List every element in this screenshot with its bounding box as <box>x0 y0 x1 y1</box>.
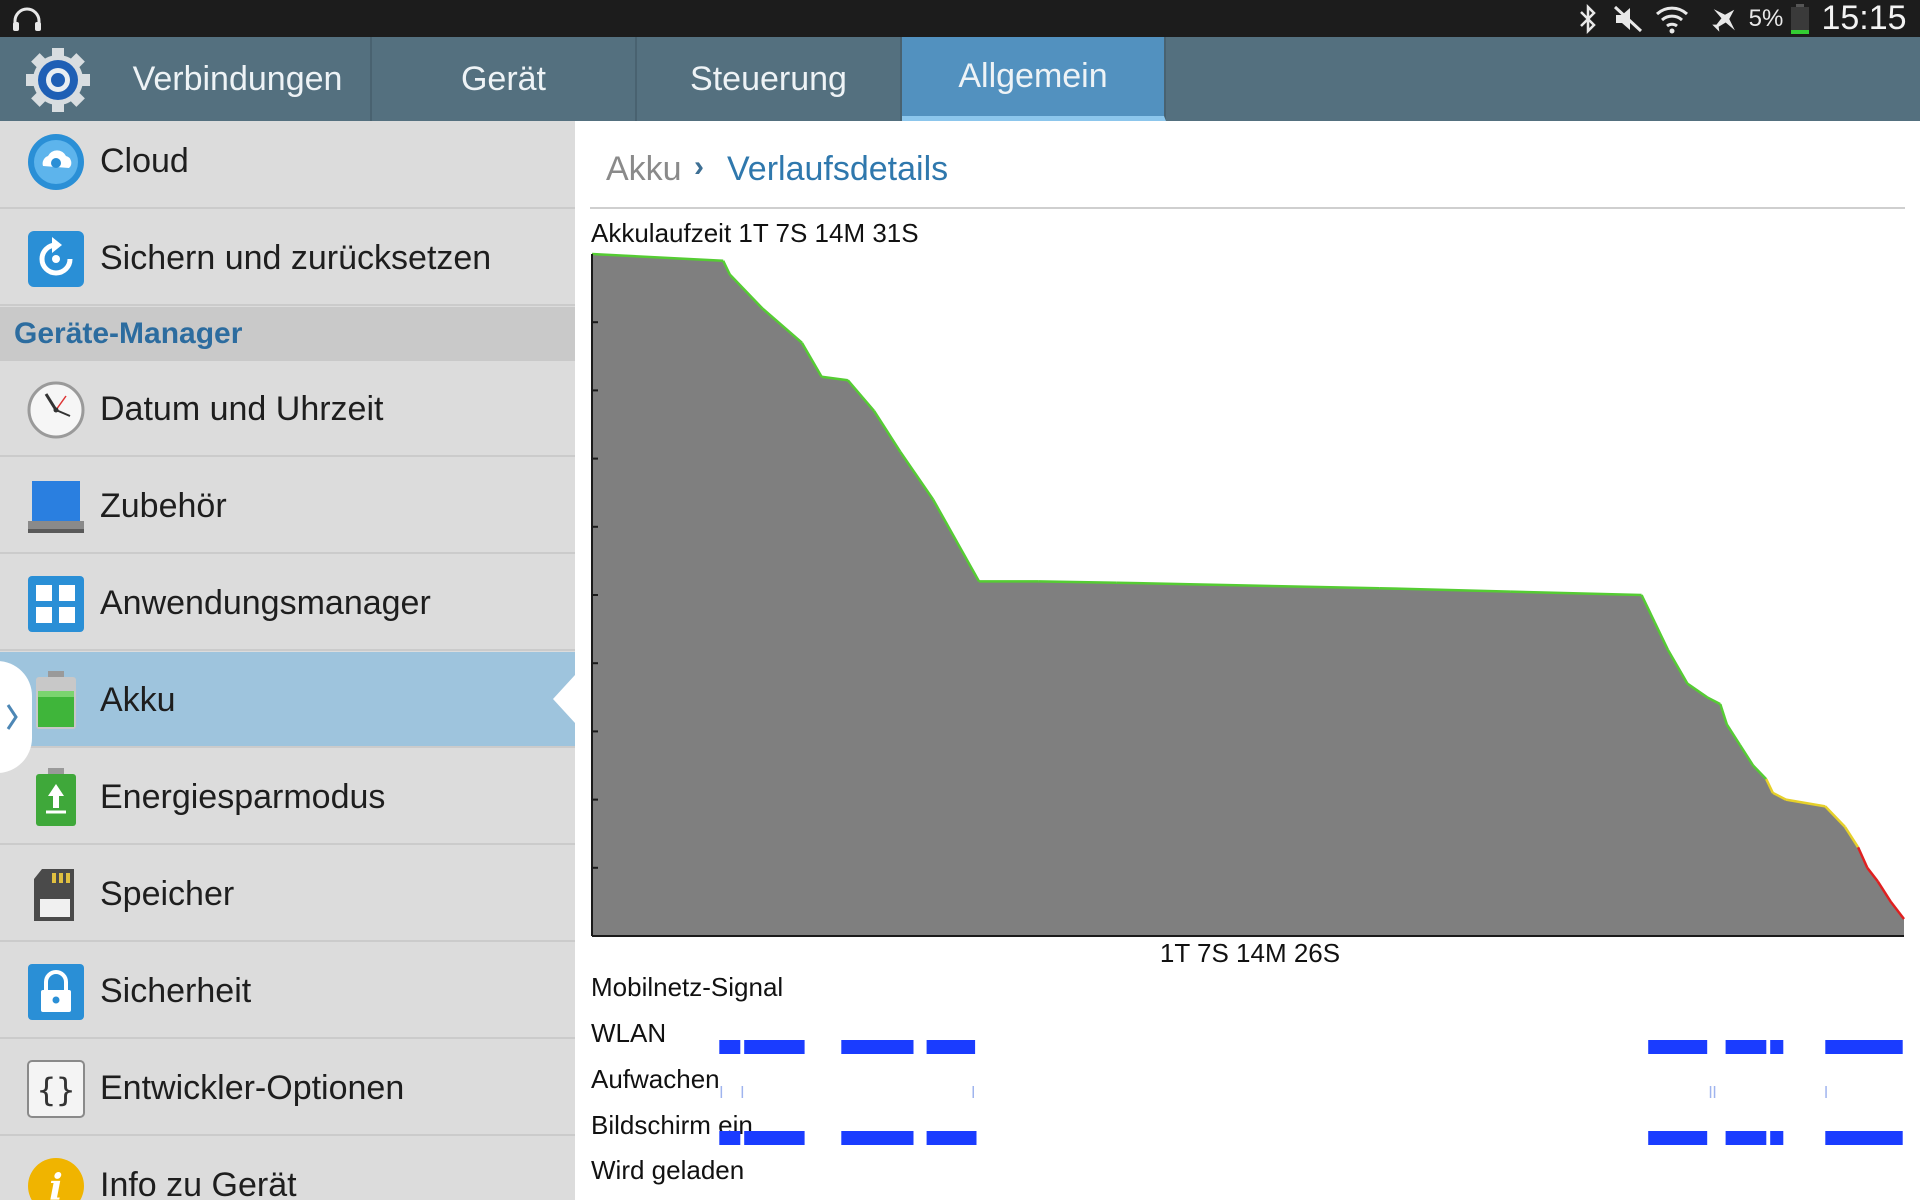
selection-indicator <box>553 675 575 723</box>
wifi-active-segment <box>1648 1040 1708 1054</box>
battery-history-chart <box>591 252 1905 937</box>
accessory-icon <box>26 477 86 537</box>
sidebar-section-geraete-manager: Geräte-Manager <box>0 307 575 361</box>
sidebar-item-entwickler-optionen[interactable]: {} Entwickler-Optionen <box>0 1040 575 1136</box>
screen-on-segment <box>744 1131 805 1145</box>
sidebar-item-label: Sichern und zurücksetzen <box>100 238 492 277</box>
screen-on-segment <box>926 1131 977 1145</box>
battery-icon <box>26 671 86 731</box>
airplane-icon <box>1705 0 1745 37</box>
settings-tab-bar: Verbindungen Gerät Steuerung Allgemein <box>0 37 1920 121</box>
screen-on-segment <box>719 1131 741 1145</box>
sidebar-item-label: Akku <box>100 680 176 719</box>
sidebar-item-zubehoer[interactable]: Zubehör <box>0 458 575 554</box>
wifi-active-segment <box>926 1040 976 1054</box>
status-bar: 5% 15:15 <box>0 0 1920 37</box>
storage-icon <box>26 865 86 925</box>
wifi-active-segment <box>744 1040 805 1054</box>
tab-label: Allgemein <box>958 57 1108 95</box>
sidebar-item-label: Cloud <box>100 141 189 180</box>
chevron-right-icon <box>6 704 18 730</box>
battery-icon <box>1788 0 1812 37</box>
developer-icon: {} <box>26 1059 86 1119</box>
wake-tick <box>972 1086 974 1098</box>
bluetooth-icon <box>1570 0 1606 37</box>
wifi-active-segment <box>1725 1040 1767 1054</box>
svg-text:{}: {} <box>37 1071 76 1109</box>
wake-tick <box>741 1086 744 1098</box>
battery-runtime-label: Akkulaufzeit 1T 7S 14M 31S <box>591 218 919 248</box>
wifi-active-segment <box>1825 1040 1903 1054</box>
sidebar-item-label: Datum und Uhrzeit <box>100 389 384 428</box>
activity-tracks <box>719 1040 1903 1145</box>
screen-on-segment <box>1725 1131 1767 1145</box>
tab-label: Steuerung <box>690 59 847 98</box>
apps-icon <box>26 574 86 634</box>
sidebar-item-label: Sicherheit <box>100 971 252 1010</box>
backup-icon <box>26 229 86 289</box>
tab-geraet[interactable]: Gerät <box>372 37 637 121</box>
breadcrumb-divider <box>590 207 1905 209</box>
status-clock: 15:15 <box>1821 0 1907 37</box>
track-label-laden: Wird geladen <box>591 1155 745 1185</box>
section-header-label: Geräte-Manager <box>14 317 243 350</box>
wifi-active-segment <box>719 1040 741 1054</box>
cloud-icon <box>26 132 86 192</box>
screen-on-segment <box>1770 1131 1784 1145</box>
battery-level-line <box>1038 580 1117 584</box>
tab-verbindungen[interactable]: Verbindungen <box>0 37 372 121</box>
sidebar-item-label: Entwickler-Optionen <box>100 1068 405 1107</box>
tab-label: Verbindungen <box>132 59 343 98</box>
sidebar-item-cloud[interactable]: Cloud <box>0 121 575 209</box>
sidebar-item-label: Zubehör <box>100 486 227 525</box>
breadcrumb-akku[interactable]: Akku <box>606 150 682 189</box>
settings-sidebar: Cloud Sichern und zurücksetzen Geräte-Ma… <box>0 121 575 1200</box>
wifi-active-segment <box>1770 1040 1784 1054</box>
sidebar-item-label: Speicher <box>100 874 235 913</box>
sidebar-item-energiesparmodus[interactable]: Energiesparmodus <box>0 749 575 845</box>
sidebar-item-anwendungsmanager[interactable]: Anwendungsmanager <box>0 555 575 651</box>
wake-tick <box>1709 1086 1712 1098</box>
wake-tick <box>1825 1086 1827 1098</box>
sidebar-item-backup[interactable]: Sichern und zurücksetzen <box>0 210 575 306</box>
battery-level-area <box>592 254 1904 936</box>
sidebar-item-info-zu-geraet[interactable]: i Info zu Gerät <box>0 1137 575 1200</box>
power-saving-icon <box>26 768 86 828</box>
track-label-mobilnetz: Mobilnetz-Signal <box>591 972 784 1002</box>
sidebar-item-speicher[interactable]: Speicher <box>0 846 575 942</box>
sidebar-item-label: Info zu Gerät <box>100 1165 297 1200</box>
sidebar-expand-handle[interactable] <box>0 661 32 773</box>
screen-on-segment <box>1825 1131 1903 1145</box>
wake-tick <box>1713 1086 1716 1098</box>
sidebar-item-datum-uhrzeit[interactable]: Datum und Uhrzeit <box>0 361 575 457</box>
screen-on-segment <box>841 1131 914 1145</box>
wake-tick <box>720 1086 723 1098</box>
mute-icon <box>1610 0 1646 37</box>
sidebar-item-label: Energiesparmodus <box>100 777 386 816</box>
screen-on-segment <box>1648 1131 1708 1145</box>
sidebar-item-label: Anwendungsmanager <box>100 583 431 622</box>
info-icon: i <box>26 1156 86 1200</box>
wifi-active-segment <box>841 1040 914 1054</box>
tab-steuerung[interactable]: Steuerung <box>637 37 902 121</box>
battery-percent: 5% <box>1748 4 1784 32</box>
clock-icon <box>26 380 86 440</box>
lock-icon <box>26 962 86 1022</box>
breadcrumb-verlaufsdetails: Verlaufsdetails <box>727 150 949 188</box>
tab-allgemein[interactable]: Allgemein <box>902 37 1166 121</box>
headphones-icon <box>10 0 44 37</box>
sidebar-item-sicherheit[interactable]: Sicherheit <box>0 943 575 1039</box>
breadcrumb-chevron-icon: › <box>694 150 704 183</box>
wifi-icon <box>1652 0 1692 37</box>
svg-text:i: i <box>49 1167 63 1200</box>
tab-label: Gerät <box>460 59 547 98</box>
chart-time-label: 1T 7S 14M 26S <box>1159 938 1341 968</box>
sidebar-item-akku[interactable]: Akku <box>0 652 575 748</box>
